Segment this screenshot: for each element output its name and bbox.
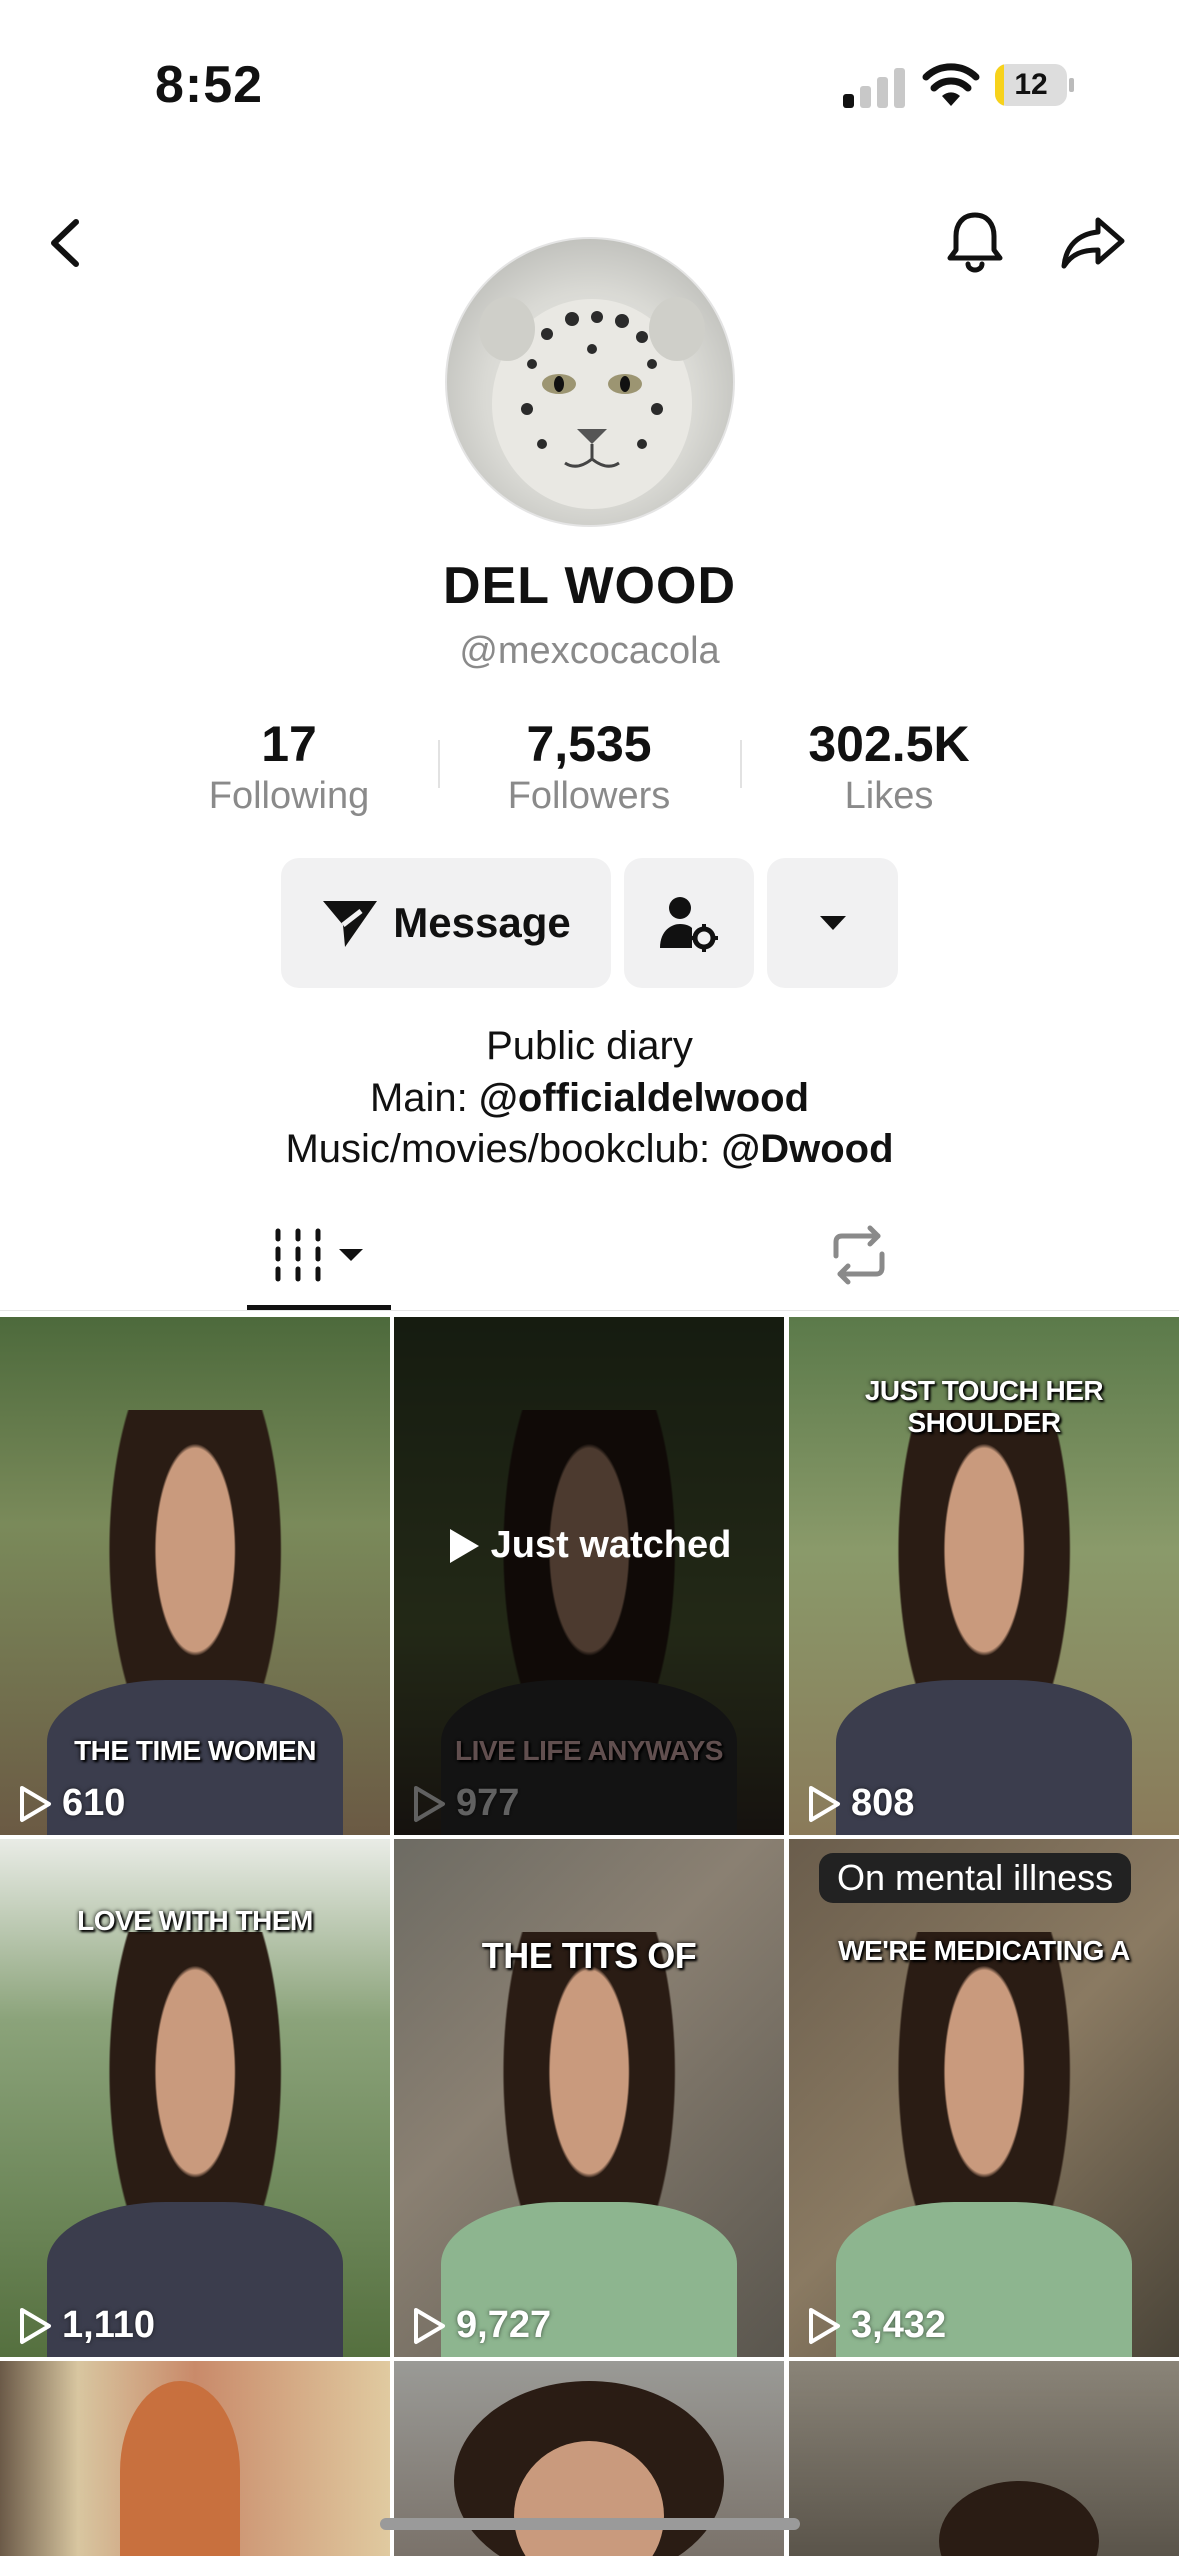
bio-line-1: Public diary	[486, 1024, 693, 1068]
video-tile[interactable]: LOVE WITH THEM 1,110	[0, 1839, 390, 2357]
status-time: 8:52	[155, 56, 264, 114]
battery-icon: 12	[995, 64, 1075, 106]
video-caption: WE'RE MEDICATING A	[838, 1935, 1130, 1966]
video-caption: THE TITS OF	[481, 1935, 697, 1976]
add-friend-button[interactable]	[624, 858, 754, 988]
tabs-divider	[0, 1310, 1179, 1311]
view-count: 3,432	[807, 2304, 946, 2347]
stat-label: Following	[208, 775, 370, 817]
video-caption: LOVE WITH THEM	[77, 1905, 313, 1936]
view-count: 610	[18, 1782, 125, 1825]
grid-icon	[275, 1228, 321, 1282]
stat-divider	[438, 740, 440, 788]
view-count: 808	[807, 1782, 914, 1825]
cellular-signal-icon	[843, 66, 905, 108]
play-icon	[809, 2307, 840, 2344]
caret-down-icon	[819, 916, 846, 930]
paper-plane-icon	[323, 901, 378, 947]
profile-name: DEL WOOD	[442, 557, 737, 615]
stat-value: 7,535	[526, 716, 652, 772]
stat-divider	[740, 740, 742, 788]
video-tile[interactable]: THE TIME WOMEN 610	[0, 1317, 390, 1835]
video-tile-just-watched[interactable]: LIVE LIFE ANYWAYS 977 Just watched	[394, 1317, 784, 1835]
video-tile[interactable]: THE TITS OF 9,727	[394, 1839, 784, 2357]
video-caption: LIVE LIFE ANYWAYS	[455, 1735, 723, 1766]
repost-icon[interactable]	[826, 1222, 892, 1288]
video-tile[interactable]: On mental illness WE'RE MEDICATING A 3,4…	[789, 1839, 1179, 2357]
wifi-icon	[922, 63, 980, 106]
snow-leopard-avatar-image	[479, 297, 705, 509]
view-count-value: 977	[456, 1782, 520, 1824]
stat-likes[interactable]: 302.5K Likes	[769, 715, 1009, 818]
play-icon	[449, 1528, 479, 1563]
video-title-pill: On mental illness	[819, 1853, 1132, 1903]
play-icon	[20, 2307, 51, 2344]
stat-followers[interactable]: 7,535 Followers	[469, 715, 709, 818]
view-count: 1,110	[18, 2304, 155, 2347]
just-watched-label: Just watched	[490, 1524, 732, 1567]
bio-main-link[interactable]: @officialdelwood	[479, 1076, 809, 1120]
view-count-value: 9,727	[456, 2304, 552, 2346]
video-caption: JUST TOUCH HER SHOULDER	[864, 1375, 1104, 1438]
view-count: 9,727	[412, 2304, 551, 2347]
bio-secondary-link[interactable]: @Dwood	[721, 1127, 893, 1171]
view-count-value: 1,110	[62, 2304, 155, 2346]
avatar[interactable]	[445, 237, 735, 527]
view-count-value: 808	[851, 1782, 915, 1824]
play-icon	[414, 1785, 445, 1822]
stat-label: Likes	[844, 775, 934, 817]
video-tile[interactable]	[789, 2361, 1179, 2556]
more-options-button[interactable]	[767, 858, 898, 988]
view-count-value: 610	[62, 1782, 126, 1824]
stat-following[interactable]: 17 Following	[169, 715, 409, 818]
chevron-left-icon[interactable]	[32, 208, 102, 278]
stat-value: 302.5K	[808, 716, 970, 772]
bell-icon[interactable]	[940, 206, 1010, 276]
caret-down-icon	[339, 1249, 363, 1261]
play-icon	[20, 1785, 51, 1822]
stat-value: 17	[261, 716, 317, 772]
bio-main-label: Main:	[369, 1076, 479, 1120]
video-tile-painting[interactable]	[0, 2361, 390, 2556]
bio-line-3: Music/movies/bookclub: @Dwood	[0, 1127, 1179, 1172]
view-count-value: 3,432	[851, 2304, 947, 2346]
tab-videos[interactable]	[270, 1225, 370, 1285]
stat-label: Followers	[507, 775, 671, 817]
video-tile[interactable]: JUST TOUCH HER SHOULDER 808	[789, 1317, 1179, 1835]
home-indicator	[380, 2518, 800, 2530]
battery-percent: 12	[1014, 68, 1048, 101]
message-button-label: Message	[393, 899, 571, 946]
message-button[interactable]: Message	[281, 858, 611, 988]
person-gear-icon	[660, 897, 718, 952]
bio-line-2: Main: @officialdelwood	[0, 1076, 1179, 1121]
share-arrow-icon[interactable]	[1058, 206, 1128, 276]
view-count: 977	[412, 1782, 519, 1825]
profile-handle: @mexcocacola	[459, 630, 720, 672]
bio-secondary-label: Music/movies/bookclub:	[285, 1127, 722, 1171]
video-caption: THE TIME WOMEN	[74, 1735, 316, 1766]
play-icon	[414, 2307, 445, 2344]
play-icon	[809, 1785, 840, 1822]
just-watched-overlay: Just watched	[394, 1524, 784, 1567]
